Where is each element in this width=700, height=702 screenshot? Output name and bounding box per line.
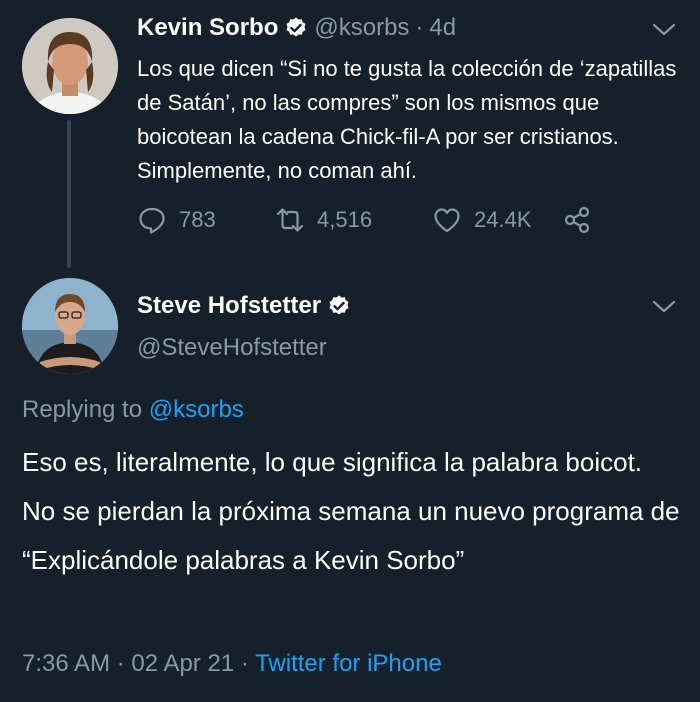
- reply-button[interactable]: 783: [137, 205, 275, 235]
- replying-to-label: Replying to: [22, 396, 143, 423]
- avatar-kevin-sorbo[interactable]: [22, 18, 118, 114]
- reply-author-name[interactable]: Steve Hofstetter: [137, 292, 321, 320]
- like-count: 24.4K: [474, 207, 532, 232]
- chevron-down-icon[interactable]: [651, 20, 677, 40]
- tweet-header: Kevin Sorbo @ksorbs · 4d: [137, 14, 456, 42]
- reply-date[interactable]: 02 Apr 21: [131, 650, 234, 677]
- reply-time[interactable]: 7:36 AM: [22, 650, 110, 677]
- avatar-steve-hofstetter[interactable]: [22, 278, 118, 374]
- like-button[interactable]: 24.4K: [432, 205, 562, 235]
- reply-text: Eso es, literalmente, lo que significa l…: [22, 438, 692, 585]
- reply-text-line-2: No se pierdan la próxima semana un nuevo…: [22, 496, 680, 575]
- share-icon: [564, 206, 590, 234]
- author-handle[interactable]: @ksorbs: [314, 14, 409, 42]
- reply-header: Steve Hofstetter: [137, 292, 357, 320]
- reply-text-line-1: Eso es, literalmente, lo que significa l…: [22, 447, 643, 477]
- chevron-down-icon[interactable]: [651, 297, 677, 317]
- tweet-actions: 783 4,516 24.4K: [137, 202, 604, 238]
- tweet-text: Los que dicen “Si no te gusta la colecci…: [137, 56, 677, 183]
- reply-source[interactable]: Twitter for iPhone: [255, 650, 442, 677]
- retweet-count: 4,516: [317, 207, 373, 232]
- verified-badge-icon: [284, 16, 308, 40]
- verified-badge-icon: [327, 294, 351, 318]
- retweet-button[interactable]: 4,516: [275, 205, 432, 235]
- author-name[interactable]: Kevin Sorbo: [137, 14, 278, 42]
- tweet-time-ago[interactable]: 4d: [429, 14, 456, 42]
- replying-to: Replying to @ksorbs: [22, 396, 244, 424]
- reply-metadata: 7:36 AM · 02 Apr 21 · Twitter for iPhone: [22, 650, 442, 677]
- like-icon: [434, 208, 460, 233]
- thread-connector-line: [67, 120, 71, 268]
- share-button[interactable]: [562, 205, 604, 235]
- reply-icon: [139, 207, 165, 234]
- reply-count: 783: [179, 207, 216, 232]
- header-separator: ·: [415, 14, 424, 41]
- replying-to-link[interactable]: @ksorbs: [149, 396, 244, 423]
- reply-author-handle[interactable]: @SteveHofstetter: [137, 334, 327, 362]
- retweet-icon: [276, 208, 304, 232]
